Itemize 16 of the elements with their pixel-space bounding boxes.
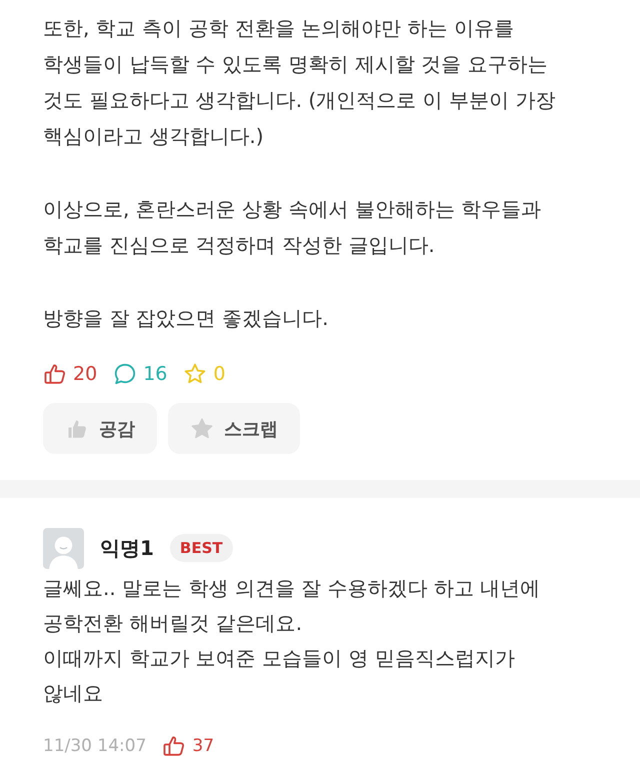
post-paragraph: 또한, 학교 측이 공학 전환을 논의해야만 하는 이유를 학생들이 납득할 수 있도록 명확히 제시할 것을 요구하는 것도 필요하다고 생각합니다. (개인적으로 이 부분이 가장 핵심이라고 생각합니다.): [43, 15, 556, 150]
comment-text: 글쎄요.. 말로는 학생 의견을 잘 수용하겠다 하고 내년에 공학전환 해버릴것 같은데요. 이때까지 학교가 보여준 모습들이 영 믿음직스럽지가 않네요: [43, 575, 542, 707]
best-badge: BEST: [170, 534, 233, 562]
comment-author: 익명1: [100, 534, 154, 562]
post-paragraph: 이상으로, 혼란스러운 상황 속에서 불안해하는 학우들과 학교를 진심으로 걱정하며 작성한 글입니다.: [43, 196, 542, 259]
thumbs-up-icon: [162, 734, 186, 758]
comment-time: 11/30 14:07: [43, 736, 146, 756]
stat-count: 16: [143, 362, 168, 386]
star-icon: [190, 416, 214, 440]
stat-count: 20: [73, 362, 98, 386]
scrap-button[interactable]: 스크랩: [168, 403, 300, 454]
post-paragraph: 방향을 잘 잡았으면 좋겠습니다.: [43, 305, 330, 332]
comment-like-count: 37: [192, 736, 214, 756]
like-button[interactable]: 공감: [43, 403, 157, 454]
stat-count: 0: [213, 362, 226, 386]
avatar-icon: [43, 528, 84, 568]
